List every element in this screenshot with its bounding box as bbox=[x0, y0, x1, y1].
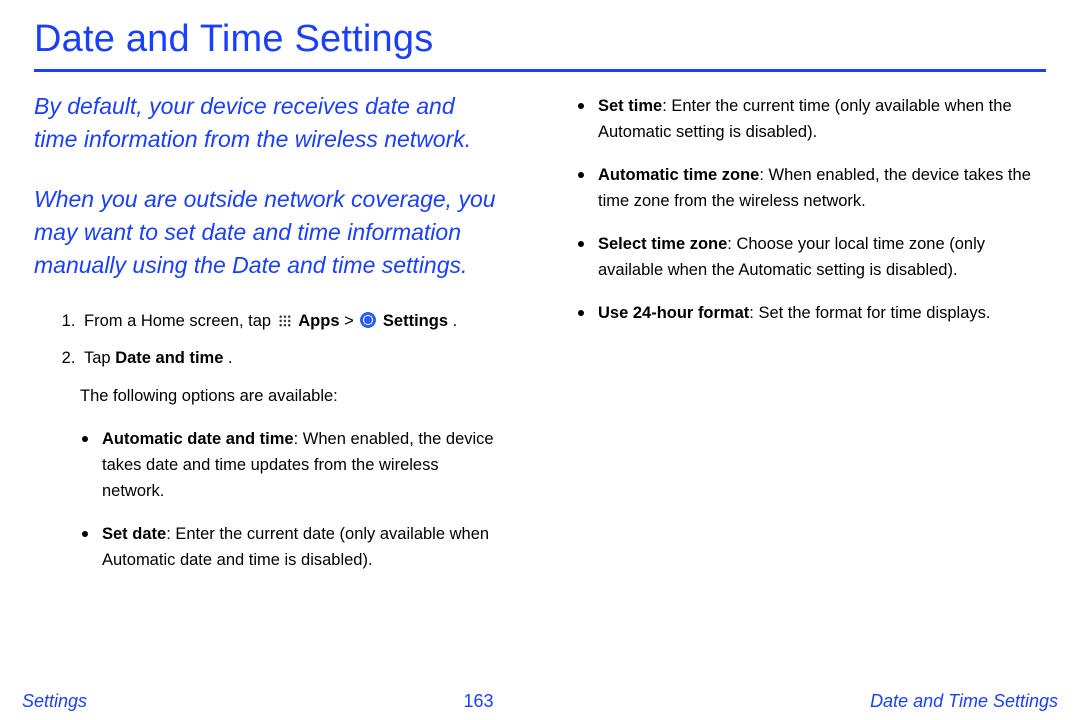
title-rule bbox=[34, 69, 1046, 72]
bullet-automatic-time-zone: Automatic time zone: When enabled, the d… bbox=[596, 159, 1046, 214]
document-page: Date and Time Settings By default, your … bbox=[0, 0, 1080, 720]
options-intro: The following options are available: bbox=[80, 384, 504, 410]
footer-page-number: 163 bbox=[464, 691, 494, 712]
page-footer: Settings 163 Date and Time Settings bbox=[0, 691, 1080, 720]
footer-section: Settings bbox=[22, 691, 87, 712]
step-1-settings: Settings bbox=[383, 312, 448, 330]
bullet-title: Use 24-hour format bbox=[598, 304, 749, 322]
bullet-24-hour-format: Use 24-hour format: Set the format for t… bbox=[596, 297, 1046, 327]
bullet-title: Select time zone bbox=[598, 235, 727, 253]
bullet-title: Set date bbox=[102, 525, 166, 543]
steps-list: From a Home screen, tap Apps > Settings … bbox=[34, 309, 504, 372]
right-column: Set time: Enter the current time (only a… bbox=[576, 90, 1046, 587]
left-bullets: Automatic date and time: When enabled, t… bbox=[80, 423, 504, 573]
page-title: Date and Time Settings bbox=[34, 18, 1046, 69]
step-2: Tap Date and time . bbox=[80, 346, 504, 372]
bullet-select-time-zone: Select time zone: Choose your local time… bbox=[596, 228, 1046, 283]
left-column: By default, your device receives date an… bbox=[34, 90, 504, 587]
settings-gear-icon bbox=[360, 312, 376, 328]
step-1-sep: > bbox=[344, 312, 358, 330]
bullet-desc: : Set the format for time displays. bbox=[749, 304, 990, 322]
step-1-apps: Apps bbox=[298, 312, 339, 330]
apps-grid-icon bbox=[278, 314, 292, 328]
step-2-suffix: . bbox=[228, 349, 233, 367]
bullet-set-date: Set date: Enter the current date (only a… bbox=[100, 518, 504, 573]
intro-paragraph-1: By default, your device receives date an… bbox=[34, 90, 504, 157]
bullet-automatic-date-time: Automatic date and time: When enabled, t… bbox=[100, 423, 504, 504]
content-columns: By default, your device receives date an… bbox=[34, 90, 1046, 587]
intro-paragraph-2: When you are outside network coverage, y… bbox=[34, 183, 504, 283]
bullet-set-time: Set time: Enter the current time (only a… bbox=[596, 90, 1046, 145]
step-1: From a Home screen, tap Apps > Settings … bbox=[80, 309, 504, 335]
step-1-suffix: . bbox=[453, 312, 458, 330]
bullet-title: Automatic time zone bbox=[598, 166, 759, 184]
step-2-prefix: Tap bbox=[84, 349, 115, 367]
footer-topic: Date and Time Settings bbox=[870, 691, 1058, 712]
step-1-prefix: From a Home screen, tap bbox=[84, 312, 276, 330]
step-2-bold: Date and time bbox=[115, 349, 223, 367]
bullet-title: Set time bbox=[598, 97, 662, 115]
right-bullets: Set time: Enter the current time (only a… bbox=[576, 90, 1046, 327]
bullet-title: Automatic date and time bbox=[102, 430, 294, 448]
